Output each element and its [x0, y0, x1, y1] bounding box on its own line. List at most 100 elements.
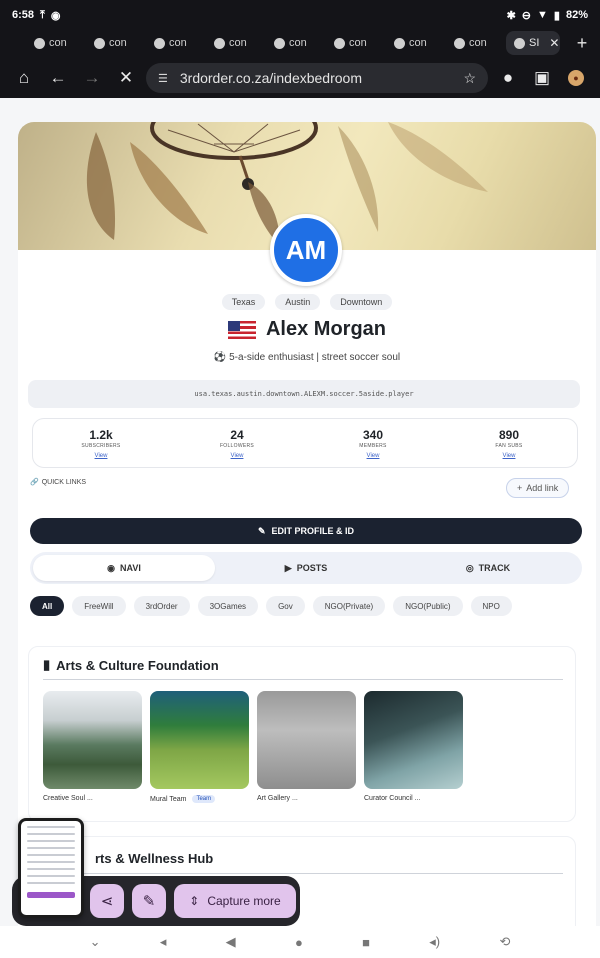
- tab-switcher-icon[interactable]: ▣: [528, 64, 556, 92]
- filter-ngo-private[interactable]: NGO(Private): [312, 596, 386, 616]
- battery-icon: ▮: [553, 9, 560, 22]
- video-icon: ▶: [284, 562, 292, 573]
- browser-tab[interactable]: con: [326, 31, 384, 55]
- view-link[interactable]: View: [231, 453, 244, 459]
- tab-strip: con con con con con con con con SI ✕ +: [0, 28, 600, 58]
- bluetooth-icon: ✱: [506, 9, 516, 22]
- profile-bio: ⚽ 5-a-side enthusiast | street soccer so…: [213, 352, 401, 363]
- divider: [43, 873, 563, 874]
- stop-loading-icon[interactable]: ✕: [112, 64, 140, 92]
- group-caption: Curator Council ...: [364, 795, 421, 802]
- group-card[interactable]: Mural Team Team: [150, 691, 249, 803]
- close-tab-icon[interactable]: ✕: [549, 36, 559, 50]
- globe-icon: [154, 37, 165, 49]
- edit-profile-button[interactable]: ✎ EDIT PROFILE & ID: [30, 518, 582, 544]
- globe-icon: [394, 37, 405, 49]
- filter-3ogames[interactable]: 3OGames: [197, 596, 259, 616]
- view-link[interactable]: View: [503, 453, 516, 459]
- stat-members: 340 MEMBERS View: [359, 427, 387, 459]
- chevron-down-icon[interactable]: ⌄: [90, 934, 101, 950]
- status-bar: 6:58 ⤒ ◉ ✱ ⊖ ▼ ▮ 82%: [0, 0, 600, 30]
- filter-freewill[interactable]: FreeWill: [72, 596, 126, 616]
- view-switcher: ◉ NAVI ▶ POSTS ◎ TRACK: [30, 552, 582, 584]
- tab-track[interactable]: ◎ TRACK: [397, 555, 579, 581]
- clock: 6:58: [12, 9, 35, 21]
- browser-tab[interactable]: con: [86, 31, 144, 55]
- section-arts-culture: ▮ Arts & Culture Foundation Creative Sou…: [28, 646, 576, 822]
- view-link[interactable]: View: [367, 453, 380, 459]
- share-button[interactable]: ⋖: [90, 884, 124, 918]
- home-icon[interactable]: ⌂: [10, 64, 38, 92]
- compass-icon: ◉: [107, 562, 115, 573]
- group-card[interactable]: Art Gallery ...: [257, 691, 356, 803]
- link-icon: 🔗: [30, 479, 39, 486]
- capture-more-button[interactable]: ⇕ Capture more: [174, 884, 296, 918]
- group-card[interactable]: Curator Council ...: [364, 691, 463, 803]
- globe-icon: [454, 37, 465, 49]
- divider: [43, 679, 563, 680]
- globe-icon: [334, 37, 345, 49]
- browser-tab[interactable]: con: [386, 31, 444, 55]
- filter-3rdorder[interactable]: 3rdOrder: [133, 596, 190, 616]
- us-flag-icon: [227, 320, 256, 339]
- group-gallery: Creative Soul ... Mural Team Team Art Gal…: [43, 691, 463, 803]
- site-settings-icon[interactable]: ☰: [158, 72, 168, 85]
- browser-tab[interactable]: con: [446, 31, 504, 55]
- stat-fan-subs: 890 FAN SUBS View: [495, 427, 523, 459]
- volume-down-icon[interactable]: ◂: [160, 934, 167, 950]
- rotate-icon[interactable]: ⟲: [499, 934, 510, 950]
- browser-tab[interactable]: con: [266, 31, 324, 55]
- share-icon: ⋖: [100, 893, 114, 910]
- browser-tab-active[interactable]: SI ✕: [506, 31, 560, 55]
- location-chip-city[interactable]: Austin: [275, 294, 321, 310]
- filter-ngo-public[interactable]: NGO(Public): [393, 596, 463, 616]
- add-link-button[interactable]: + Add link: [506, 478, 570, 498]
- browser-tab[interactable]: con: [206, 31, 264, 55]
- profile-id[interactable]: usa.texas.austin.downtown.ALEXM.soccer.5…: [28, 380, 580, 408]
- view-link[interactable]: View: [95, 453, 108, 459]
- filter-npo[interactable]: NPO: [470, 596, 512, 616]
- battery-level: 82%: [565, 9, 588, 21]
- bookmark-star-icon[interactable]: ☆: [463, 70, 476, 87]
- edit-screenshot-button[interactable]: ✎: [132, 884, 166, 918]
- filter-all[interactable]: All: [30, 596, 65, 616]
- profile-name-row: Alex Morgan: [18, 318, 596, 341]
- group-thumbnail: [43, 691, 142, 789]
- profile-card: AM Texas Austin Downtown Alex Morgan ⚽ 5…: [18, 122, 596, 926]
- screenshot-preview[interactable]: [18, 818, 84, 918]
- recents-nav-icon[interactable]: ■: [362, 935, 370, 950]
- microphone-icon[interactable]: ●: [494, 64, 522, 92]
- browser-tab[interactable]: con: [26, 31, 84, 55]
- wifi-icon: ▼: [537, 9, 548, 21]
- dnd-icon: ⊖: [521, 9, 532, 22]
- team-badge: Team: [192, 795, 216, 803]
- tab-navi[interactable]: ◉ NAVI: [33, 555, 215, 581]
- stat-followers: 24 FOLLOWERS View: [219, 427, 255, 459]
- stats-row: 1.2k SUBSCRIBERS View 24 FOLLOWERS View …: [32, 418, 578, 468]
- home-nav-icon[interactable]: ●: [295, 935, 303, 950]
- group-caption: Creative Soul ...: [43, 795, 93, 802]
- back-icon[interactable]: ←: [44, 64, 72, 92]
- expand-vertical-icon: ⇕: [189, 894, 200, 908]
- loading-icon: [514, 37, 525, 49]
- browser-tab[interactable]: con: [146, 31, 204, 55]
- forward-icon[interactable]: →: [78, 64, 106, 92]
- group-caption: Mural Team: [150, 795, 187, 803]
- quick-links-label: 🔗 QUICK LINKS: [30, 478, 87, 487]
- location-chip-area[interactable]: Downtown: [330, 294, 393, 310]
- screen: 6:58 ⤒ ◉ ✱ ⊖ ▼ ▮ 82% con con con con con…: [0, 0, 600, 958]
- back-nav-icon[interactable]: ◀: [226, 934, 236, 950]
- building-icon: ▮: [43, 657, 51, 672]
- globe-icon: [214, 37, 225, 49]
- pencil-icon: ✎: [142, 893, 156, 910]
- profile-menu[interactable]: ●: [562, 64, 590, 92]
- location-chip-state[interactable]: Texas: [221, 294, 266, 310]
- new-tab-button[interactable]: +: [570, 31, 594, 55]
- group-card[interactable]: Creative Soul ...: [43, 691, 142, 803]
- address-bar[interactable]: ☰ 3rdorder.co.za/indexbedroom ☆: [146, 63, 488, 93]
- volume-up-icon[interactable]: ◂): [429, 934, 440, 950]
- tab-posts[interactable]: ▶ POSTS: [215, 555, 397, 581]
- record-icon: ◉: [50, 9, 61, 22]
- profile-avatar[interactable]: AM: [270, 214, 342, 286]
- filter-gov[interactable]: Gov: [266, 596, 305, 616]
